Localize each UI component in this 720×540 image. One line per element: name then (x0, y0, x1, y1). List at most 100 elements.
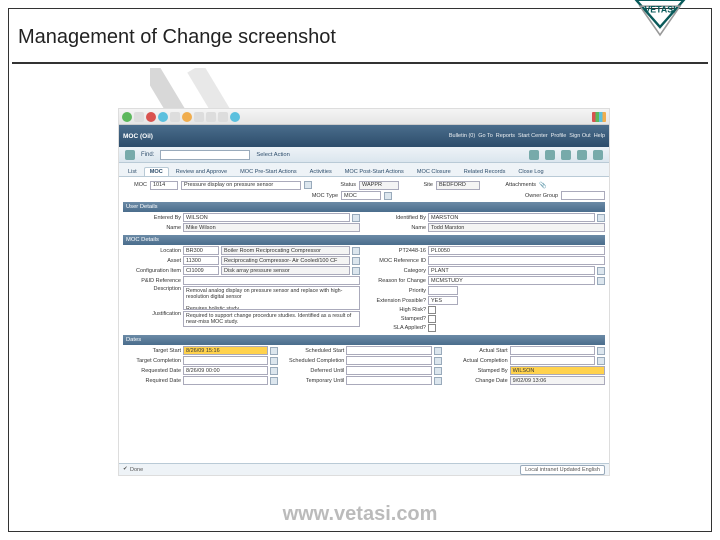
reason-value[interactable]: MCMSTUDY (428, 276, 595, 285)
required-value[interactable] (183, 376, 268, 385)
logo-text: VETASI (644, 5, 675, 15)
entered-by-value[interactable]: WILSON (183, 213, 350, 222)
identified-by-lookup-icon[interactable] (597, 214, 605, 222)
location-value[interactable]: BR300 (183, 246, 219, 255)
hdr-signout[interactable]: Sign Out (569, 133, 590, 139)
name1-label: Name (123, 225, 181, 231)
status-done: Done (130, 467, 143, 473)
owner-group-value[interactable] (561, 191, 605, 200)
done-icon: ✔ (123, 466, 130, 473)
moc-type-lookup-icon[interactable] (384, 192, 392, 200)
location-lookup-icon[interactable] (352, 247, 360, 255)
requested-value[interactable]: 8/26/09 00:00 (183, 366, 268, 375)
tab-review[interactable]: Review and Approve (170, 167, 233, 176)
target-comp-cal-icon[interactable] (270, 357, 278, 365)
forward-icon[interactable] (134, 112, 144, 122)
moc-label: MOC (123, 182, 147, 188)
deferred-value[interactable] (346, 366, 431, 375)
toolbar-icon-3[interactable] (561, 150, 571, 160)
tab-poststart[interactable]: MOC Post-Start Actions (339, 167, 410, 176)
required-cal-icon[interactable] (270, 377, 278, 385)
highrisk-checkbox[interactable] (428, 306, 436, 314)
identified-by-value[interactable]: MARSTON (428, 213, 595, 222)
asset-value[interactable]: 11300 (183, 256, 219, 265)
target-value[interactable]: PL0050 (428, 246, 605, 255)
hdr-help[interactable]: Help (594, 133, 605, 139)
hdr-goto[interactable]: Go To (478, 133, 493, 139)
target-comp-value[interactable] (183, 356, 268, 365)
toolbar-icon-2[interactable] (545, 150, 555, 160)
toolbar-icon-4[interactable] (577, 150, 587, 160)
toolbar-icon-1[interactable] (529, 150, 539, 160)
sched-comp-cal-icon[interactable] (434, 357, 442, 365)
home-icon[interactable] (170, 112, 180, 122)
actual-start-cal-icon[interactable] (597, 347, 605, 355)
actual-start-value[interactable] (510, 346, 595, 355)
footer-url: www.vetasi.com (0, 503, 720, 526)
tab-closure[interactable]: MOC Closure (411, 167, 457, 176)
asset-lookup-icon[interactable] (352, 257, 360, 265)
temporary-value[interactable] (346, 376, 431, 385)
hdr-startcenter[interactable]: Start Center (518, 133, 548, 139)
moc-lookup-icon[interactable] (304, 181, 312, 189)
change-date-value: 9/02/09 13:06 (510, 376, 605, 385)
moc-type-value[interactable]: MOC (341, 191, 381, 200)
target-start-cal-icon[interactable] (270, 347, 278, 355)
change-date-label: Change Date (450, 378, 508, 384)
help-icon[interactable] (230, 112, 240, 122)
deferred-cal-icon[interactable] (434, 367, 442, 375)
tab-related[interactable]: Related Records (458, 167, 512, 176)
target-start-value[interactable]: 8/26/09 15:16 (183, 346, 268, 355)
temporary-cal-icon[interactable] (434, 377, 442, 385)
requested-cal-icon[interactable] (270, 367, 278, 375)
moc-desc[interactable]: Pressure display on pressure sensor (181, 181, 301, 190)
refresh-icon[interactable] (158, 112, 168, 122)
stamped-checkbox[interactable] (428, 315, 436, 323)
hdr-reports[interactable]: Reports (496, 133, 515, 139)
description-textarea[interactable]: Removal analog display on pressure senso… (183, 286, 360, 310)
stop-icon[interactable] (146, 112, 156, 122)
toolbar-icon-5[interactable] (593, 150, 603, 160)
actual-comp-cal-icon[interactable] (597, 357, 605, 365)
target-label: PT2448-16 (368, 248, 426, 254)
category-lookup-icon[interactable] (597, 267, 605, 275)
tab-activities[interactable]: Activities (304, 167, 338, 176)
hdr-profile[interactable]: Profile (551, 133, 567, 139)
stamped-by-value[interactable]: WILSON (510, 366, 605, 375)
location-label: Location (123, 248, 181, 254)
sched-comp-value[interactable] (346, 356, 431, 365)
hdr-bulletin[interactable]: Bulletin (0) (449, 133, 475, 139)
tab-moc[interactable]: MOC (144, 167, 169, 176)
print-icon[interactable] (218, 112, 228, 122)
record-icon[interactable] (125, 150, 135, 160)
moc-ref-value[interactable] (428, 256, 605, 265)
favorites-icon[interactable] (182, 112, 192, 122)
priority-value[interactable] (428, 286, 458, 295)
category-value[interactable]: PLANT (428, 266, 595, 275)
ci-value[interactable]: CI1009 (183, 266, 219, 275)
sched-start-cal-icon[interactable] (434, 347, 442, 355)
ci-lookup-icon[interactable] (352, 267, 360, 275)
reason-label: Reason for Change (368, 278, 426, 284)
ext-value[interactable]: YES (428, 296, 458, 305)
back-icon[interactable] (122, 112, 132, 122)
entered-by-lookup-icon[interactable] (352, 214, 360, 222)
reason-lookup-icon[interactable] (597, 277, 605, 285)
tab-prestart[interactable]: MOC Pre-Start Actions (234, 167, 303, 176)
attachments-icon[interactable]: 📎 (539, 182, 546, 189)
mail-icon[interactable] (206, 112, 216, 122)
find-input[interactable] (160, 150, 250, 160)
tab-list[interactable]: List (122, 167, 143, 176)
status-right-button[interactable]: Local intranet Updated English (520, 465, 605, 475)
justification-textarea[interactable]: Required to support change procedure stu… (183, 311, 360, 327)
tab-closelog[interactable]: Close Log (512, 167, 549, 176)
select-action-link[interactable]: Select Action (256, 152, 290, 158)
actual-start-label: Actual Start (450, 348, 508, 354)
moc-value[interactable]: 1014 (150, 181, 178, 190)
sched-comp-label: Scheduled Completion (286, 358, 344, 364)
sla-checkbox[interactable] (428, 324, 436, 332)
pid-value[interactable] (183, 276, 360, 285)
history-icon[interactable] (194, 112, 204, 122)
actual-comp-value[interactable] (510, 356, 595, 365)
sched-start-value[interactable] (346, 346, 431, 355)
